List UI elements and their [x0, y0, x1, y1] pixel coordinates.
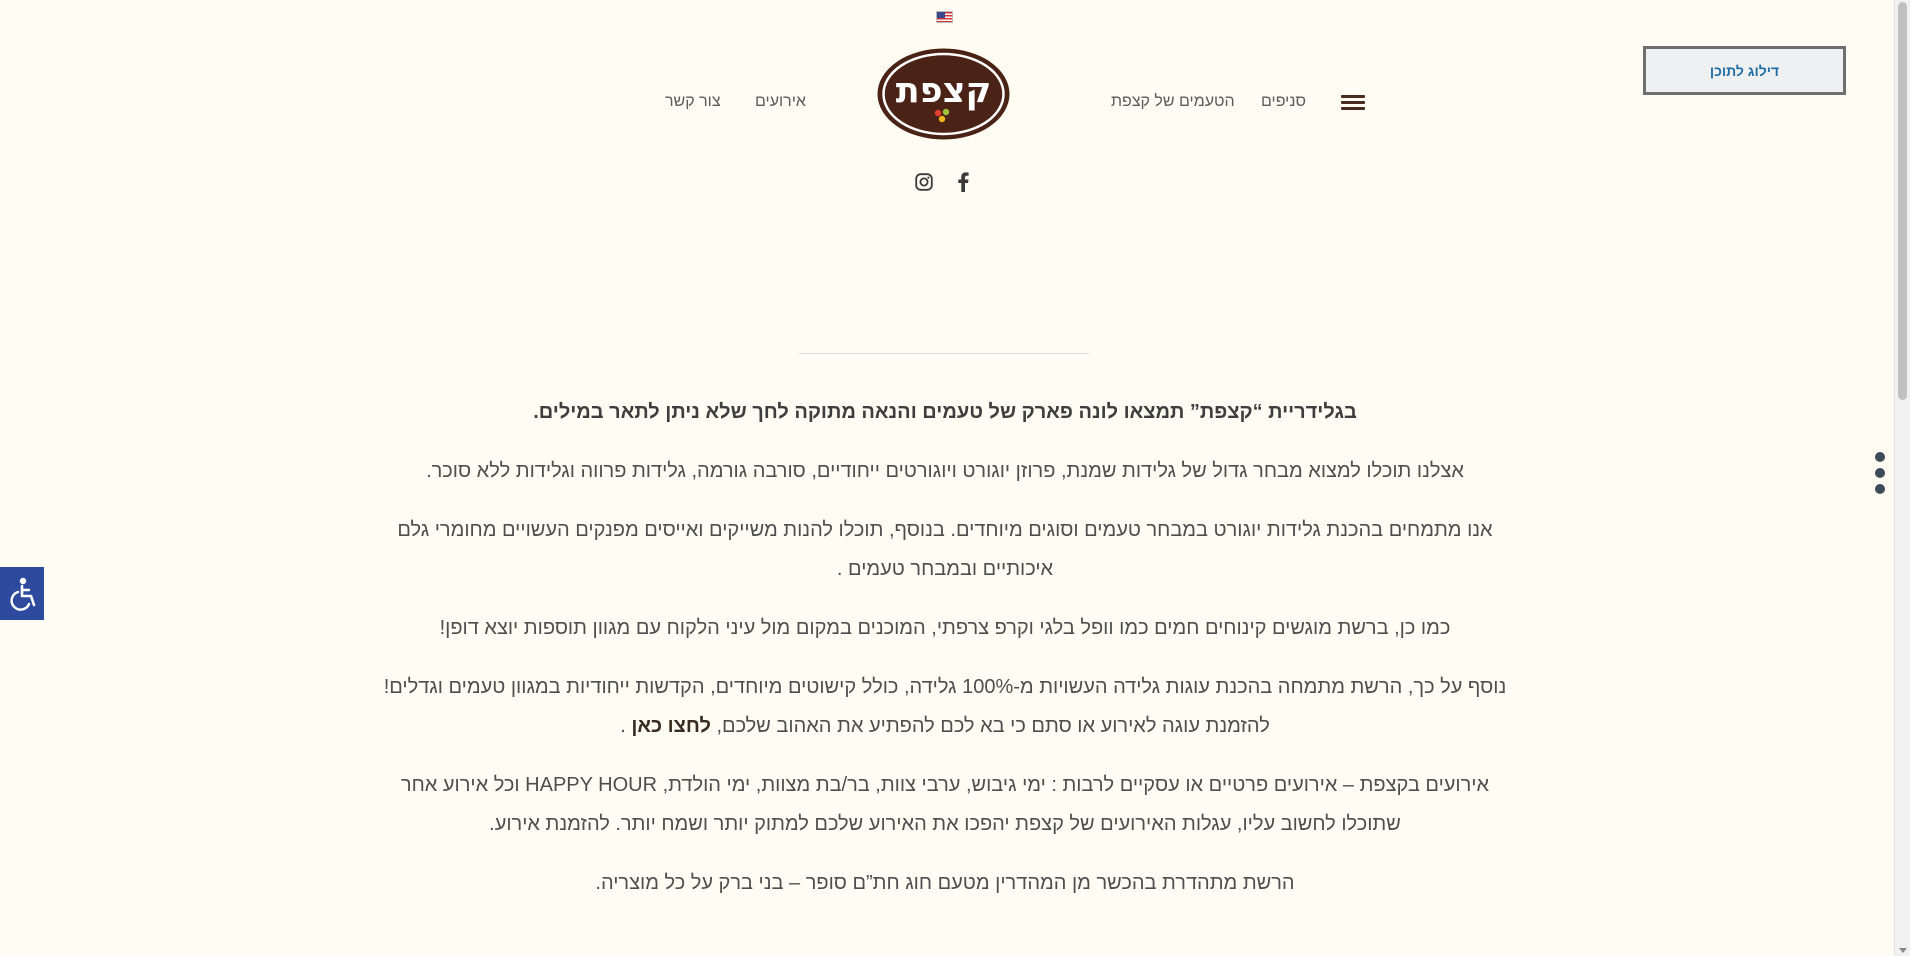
us-flag-icon[interactable]: [936, 11, 953, 23]
paragraph-cakes: נוסף על כך, הרשת מתמחה בהכנת עוגות גלידה…: [380, 668, 1510, 746]
site-logo[interactable]: קצפת: [876, 47, 1011, 141]
paragraph-flavors: אצלנו תוכלו למצוא מבחר גדול של גלידות שמ…: [426, 460, 1464, 482]
logo-graphic: קצפת: [877, 48, 1010, 140]
section-divider: [799, 353, 1089, 354]
wheelchair-icon: [10, 577, 36, 611]
nav-branches[interactable]: סניפים: [1261, 93, 1306, 111]
section-dot[interactable]: [1875, 452, 1885, 462]
intro-heading: בגלידריית “קצפת” תמצאו לונה פארק של טעמי…: [533, 401, 1357, 423]
cakes-text: נוסף על כך, הרשת מתמחה בהכנת עוגות גלידה…: [383, 676, 1507, 698]
facebook-icon[interactable]: [952, 171, 974, 193]
logo-text: קצפת: [896, 71, 992, 111]
scroll-down-arrow[interactable]: [1899, 948, 1907, 953]
nav-flavors[interactable]: הטעמים של קצפת: [1111, 93, 1235, 111]
nav-contact[interactable]: צור קשר: [665, 93, 721, 111]
section-dots-nav[interactable]: [1875, 452, 1889, 500]
page-scrollbar[interactable]: [1894, 0, 1910, 956]
accessibility-button[interactable]: [0, 567, 44, 620]
paragraph-desserts: כמו כן, ברשת מוגשים קינוחים חמים כמו וופ…: [439, 617, 1451, 639]
instagram-icon[interactable]: [913, 171, 935, 193]
section-dot[interactable]: [1875, 468, 1885, 478]
paragraph-events: אירועים בקצפת – אירועים פרטיים או עסקיים…: [400, 774, 1490, 835]
skip-to-content-button[interactable]: דילוג לתוכן: [1643, 46, 1846, 95]
order-cake-link[interactable]: לחצו כאן: [631, 715, 711, 737]
paragraph-kosher: הרשת מתהדרת בהכשר מן המהדרין מטעם חוג חת…: [595, 872, 1295, 894]
menu-hamburger-icon[interactable]: [1341, 95, 1365, 110]
cakes-order-text: להזמנת עוגה לאירוע או סתם כי בא לכם להפת…: [710, 715, 1270, 737]
section-dot[interactable]: [1875, 484, 1885, 494]
scrollbar-thumb[interactable]: [1898, 2, 1907, 400]
paragraph-yogurt: אנו מתמחים בהכנת גלידות יוגורט במבחר טעמ…: [397, 519, 1493, 580]
cakes-order-end: .: [620, 715, 632, 737]
nav-events[interactable]: אירועים: [755, 93, 806, 111]
about-content: בגלידריית “קצפת” תמצאו לונה פארק של טעמי…: [380, 393, 1510, 923]
